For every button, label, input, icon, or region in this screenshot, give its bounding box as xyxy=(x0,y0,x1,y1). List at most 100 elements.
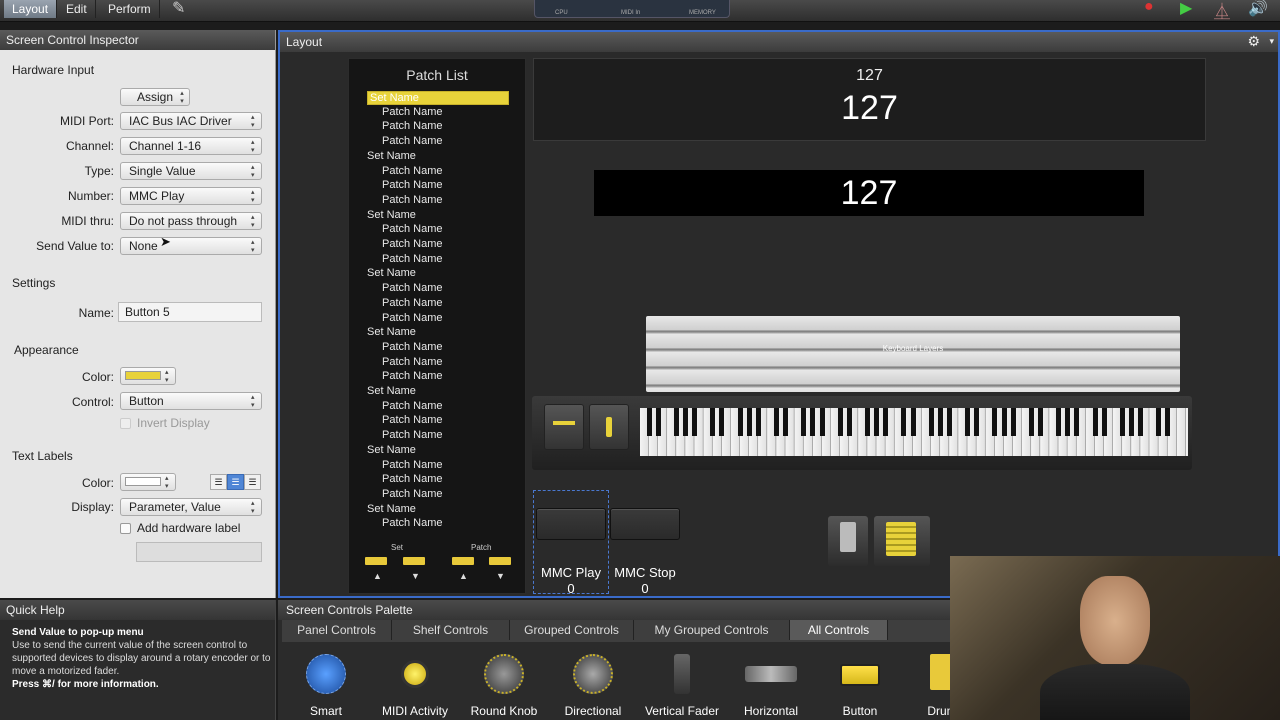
hardware-label-field[interactable] xyxy=(136,542,262,562)
black-key[interactable] xyxy=(928,408,934,436)
patch-list-patch[interactable]: Patch Name xyxy=(382,429,443,441)
patch-list-patch[interactable]: Patch Name xyxy=(382,517,443,529)
record-icon[interactable]: ● xyxy=(1144,0,1154,16)
invert-display-checkbox[interactable] xyxy=(120,418,131,429)
patch-list-patch[interactable]: Patch Name xyxy=(382,165,443,177)
black-key[interactable] xyxy=(719,408,725,436)
black-key[interactable] xyxy=(683,408,688,436)
gear-icon[interactable]: ⚙ xyxy=(1247,33,1260,50)
patch-list-set[interactable]: Set Name xyxy=(367,326,416,338)
patch-list-set[interactable]: Set Name xyxy=(367,150,416,162)
tab-all-controls[interactable]: All Controls xyxy=(790,620,888,640)
black-key[interactable] xyxy=(783,408,789,436)
set-next-button[interactable] xyxy=(403,557,425,565)
black-key[interactable] xyxy=(1001,408,1007,436)
set-prev-button[interactable] xyxy=(365,557,387,565)
patch-list-patch[interactable]: Patch Name xyxy=(382,282,443,294)
black-key[interactable] xyxy=(746,408,752,436)
patch-prev-button[interactable] xyxy=(452,557,474,565)
patch-list-set-selected[interactable]: Set Name xyxy=(367,91,509,105)
metronome-icon[interactable]: ⏅ xyxy=(1214,0,1230,22)
mmc-play-button[interactable] xyxy=(536,508,606,540)
black-key[interactable] xyxy=(901,408,907,436)
black-key[interactable] xyxy=(673,408,679,436)
black-key[interactable] xyxy=(755,408,761,436)
chevron-down-icon[interactable]: ▾ xyxy=(1269,36,1274,47)
patch-list-patch[interactable]: Patch Name xyxy=(382,370,443,382)
palette-round-knob[interactable]: Round Knob xyxy=(464,648,544,720)
black-key[interactable] xyxy=(1028,408,1034,436)
black-key[interactable] xyxy=(1138,408,1143,436)
pitch-bend-wheel[interactable] xyxy=(544,404,584,450)
black-key[interactable] xyxy=(1092,408,1098,436)
black-key[interactable] xyxy=(865,408,870,436)
black-key[interactable] xyxy=(1056,408,1062,436)
black-key[interactable] xyxy=(1156,408,1162,436)
patch-list-patch[interactable]: Patch Name xyxy=(382,459,443,471)
palette-directional-knob[interactable]: Directional Knob xyxy=(553,648,633,720)
black-key[interactable] xyxy=(710,408,716,436)
midi-port-popup[interactable]: IAC Bus IAC Driver xyxy=(120,112,262,130)
keyboard-layers[interactable]: Keyboard Layers xyxy=(646,316,1180,392)
patch-list-set[interactable]: Set Name xyxy=(367,209,416,221)
pencil-icon[interactable]: ✎ xyxy=(172,0,185,18)
black-key[interactable] xyxy=(1037,408,1043,436)
name-field[interactable]: Button 5 xyxy=(118,302,262,322)
black-key[interactable] xyxy=(1101,408,1107,436)
black-key[interactable] xyxy=(810,408,816,436)
patch-list-set[interactable]: Set Name xyxy=(367,267,416,279)
black-key[interactable] xyxy=(1128,408,1134,436)
text-color-well[interactable] xyxy=(120,473,176,491)
patch-list-patch[interactable]: Patch Name xyxy=(382,238,443,250)
mode-perform-button[interactable]: Perform xyxy=(100,0,160,18)
black-key[interactable] xyxy=(801,408,807,436)
tab-shelf-controls[interactable]: Shelf Controls xyxy=(392,620,510,640)
black-key[interactable] xyxy=(992,408,998,436)
black-key[interactable] xyxy=(837,408,843,436)
patch-list[interactable]: Patch List Set Name Patch Name Patch Name P… xyxy=(348,58,526,594)
black-key[interactable] xyxy=(1065,408,1071,436)
palette-smart-controls[interactable]: Smart Controls xyxy=(286,648,366,720)
patch-list-set[interactable]: Set Name xyxy=(367,385,416,397)
mmc-stop-button[interactable] xyxy=(610,508,680,540)
black-key[interactable] xyxy=(1119,408,1125,436)
patch-list-patch[interactable]: Patch Name xyxy=(382,312,443,324)
mod-wheel[interactable] xyxy=(589,404,629,450)
black-key[interactable] xyxy=(1165,408,1171,436)
patch-list-patch[interactable]: Patch Name xyxy=(382,341,443,353)
palette-midi-activity[interactable]: MIDI Activity xyxy=(375,648,455,720)
display-popup[interactable]: Parameter, Value xyxy=(120,498,262,516)
value-display[interactable]: 127 xyxy=(594,170,1144,216)
type-popup[interactable]: Single Value xyxy=(120,162,262,180)
expression-pedal[interactable] xyxy=(874,516,930,566)
assign-button[interactable]: Assign xyxy=(120,88,190,106)
patch-list-patch[interactable]: Patch Name xyxy=(382,253,443,265)
control-popup[interactable]: Button xyxy=(120,392,262,410)
align-center-button[interactable]: ☰ xyxy=(227,474,244,490)
black-key[interactable] xyxy=(974,408,980,436)
channel-popup[interactable]: Channel 1-16 xyxy=(120,137,262,155)
black-key[interactable] xyxy=(1010,408,1016,436)
add-hardware-label-checkbox[interactable] xyxy=(120,523,131,534)
palette-button[interactable]: Button xyxy=(820,648,900,720)
patch-list-set[interactable]: Set Name xyxy=(367,444,416,456)
align-left-button[interactable]: ☰ xyxy=(210,474,227,490)
patch-list-patch[interactable]: Patch Name xyxy=(382,223,443,235)
patch-list-patch[interactable]: Patch Name xyxy=(382,473,443,485)
black-key[interactable] xyxy=(846,408,852,436)
black-key[interactable] xyxy=(737,408,743,436)
black-key[interactable] xyxy=(819,408,825,436)
patch-next-button[interactable] xyxy=(489,557,511,565)
black-key[interactable] xyxy=(910,408,916,436)
black-key[interactable] xyxy=(655,408,661,436)
patch-list-patch[interactable]: Patch Name xyxy=(382,120,443,132)
black-key[interactable] xyxy=(965,408,971,436)
appearance-color-well[interactable] xyxy=(120,367,176,385)
tab-my-grouped-controls[interactable]: My Grouped Controls xyxy=(634,620,790,640)
align-right-button[interactable]: ☰ xyxy=(244,474,261,490)
black-key[interactable] xyxy=(937,408,943,436)
patch-list-patch[interactable]: Patch Name xyxy=(382,356,443,368)
mode-layout-button[interactable]: Layout xyxy=(4,0,58,18)
palette-vertical-fader[interactable]: Vertical Fader xyxy=(642,648,722,720)
black-key[interactable] xyxy=(946,408,952,436)
